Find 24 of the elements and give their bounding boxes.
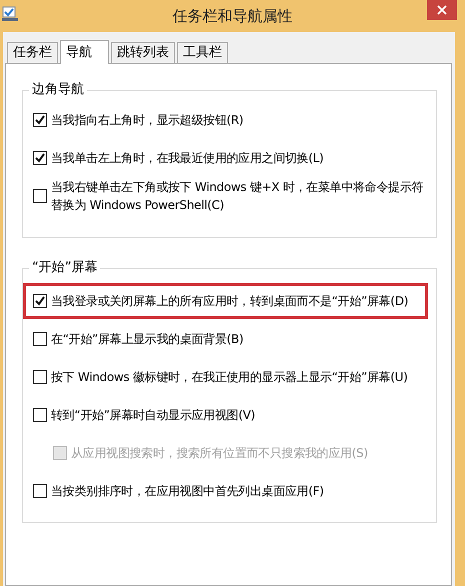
checkbox[interactable]: [33, 113, 47, 127]
checkbox[interactable]: [33, 484, 47, 498]
window-title: 任务栏和导航属性: [172, 6, 292, 27]
tab[interactable]: 工具栏: [177, 42, 228, 63]
checkbox-label[interactable]: 当我指向右上角时，显示超级按钮(R): [51, 111, 244, 129]
checkbox-label[interactable]: 当我右键单击左下角或按下 Windows 键+X 时，在菜单中将命令提示符替换为 Windows PowerShell(C): [51, 178, 426, 214]
tab[interactable]: 导航: [60, 40, 109, 64]
checkbox[interactable]: [33, 332, 47, 346]
tab[interactable]: 任务栏: [7, 42, 58, 63]
checkbox[interactable]: [33, 408, 47, 422]
checkbox-label[interactable]: 当我登录或关闭屏幕上的所有应用时，转到桌面而不是“开始”屏幕(D): [51, 292, 408, 310]
checkbox-label[interactable]: 当我单击左上角时，在我最近使用的应用之间切换(L): [51, 149, 324, 167]
close-button[interactable]: [427, 0, 457, 20]
checkbox[interactable]: [33, 294, 47, 308]
close-icon: [437, 5, 447, 15]
checkbox-label[interactable]: 转到“开始”屏幕时自动显示应用视图(V): [51, 406, 256, 424]
checkbox[interactable]: [33, 151, 47, 165]
checkbox[interactable]: [33, 189, 47, 203]
checkbox[interactable]: [33, 370, 47, 384]
checkbox-label[interactable]: 当按类别排序时，在应用视图中首先列出桌面应用(F): [51, 482, 324, 500]
checkbox-label[interactable]: 在“开始”屏幕上显示我的桌面背景(B): [51, 330, 244, 348]
checkbox-label[interactable]: 按下 Windows 徽标键时，在我正使用的显示器上显示“开始”屏幕(U): [51, 368, 408, 386]
app-icon: [2, 6, 18, 22]
tab[interactable]: 跳转列表: [111, 42, 175, 63]
